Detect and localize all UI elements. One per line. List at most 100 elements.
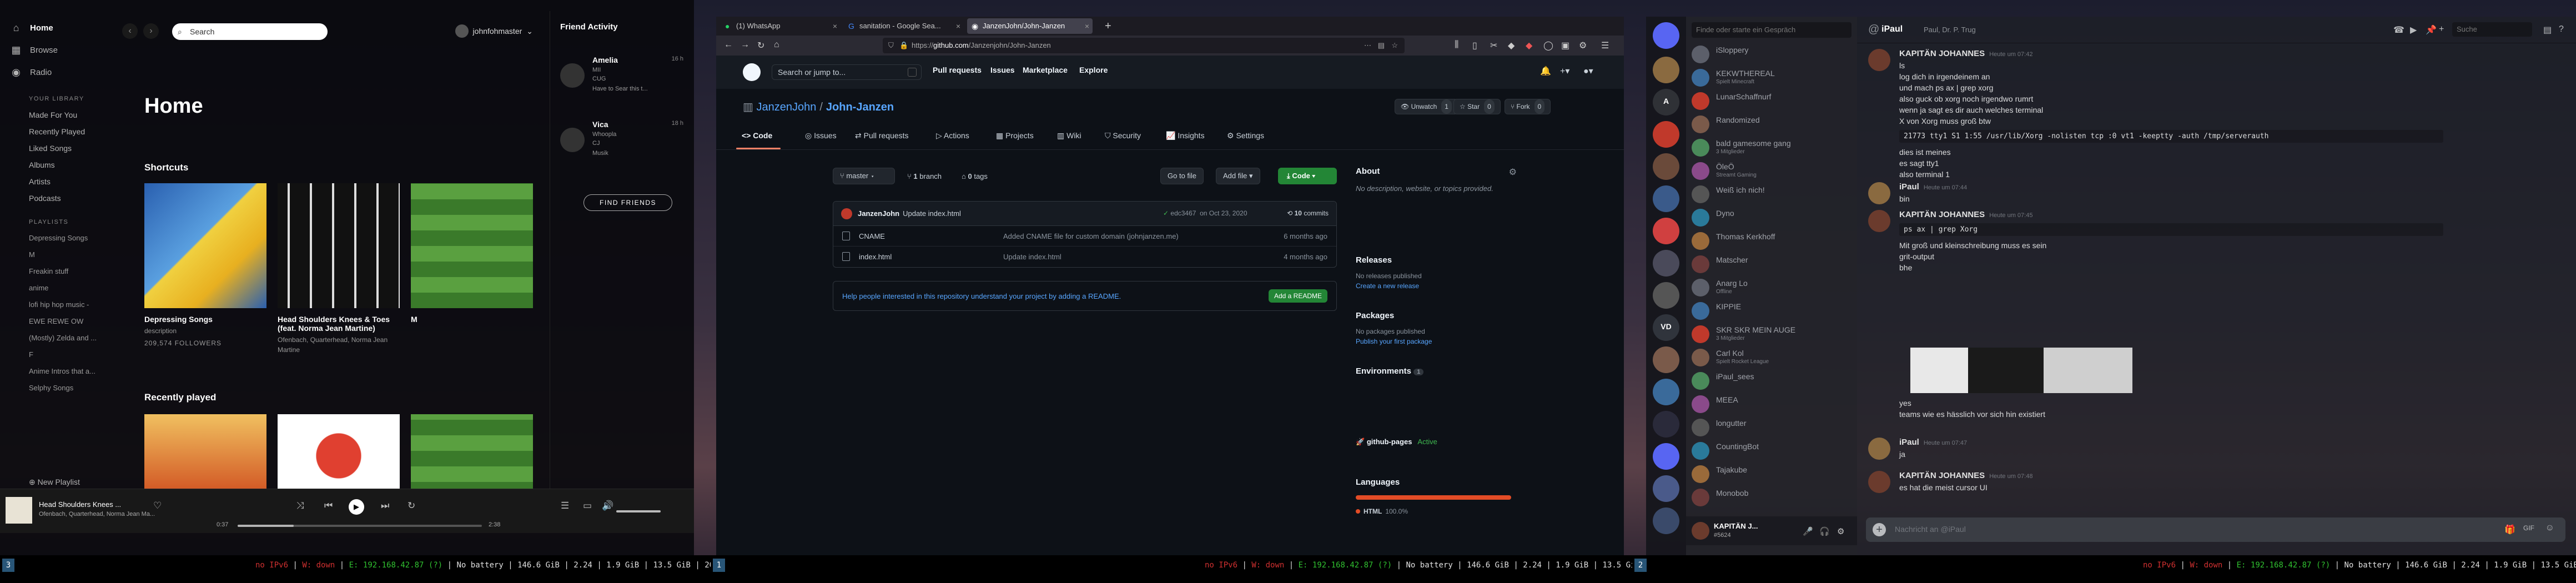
repo-owner-link[interactable]: JanzenJohn [756,101,816,113]
playlist-item[interactable]: (Mostly) Zelda and ... [0,330,105,346]
dm-item[interactable]: Monobob [1692,486,1853,509]
forward-button[interactable]: › [143,23,159,39]
add-server-icon[interactable] [1653,507,1679,534]
file-commit-message[interactable]: Added CNAME file for custom domain (john… [1003,232,1179,240]
friend-entry[interactable]: Amelia 16 h MII CUG Have to Sear this t.… [560,56,688,105]
dm-item[interactable]: ÖleÖ Streamt Gaming [1692,160,1853,182]
tab-insights[interactable]: 📈 Insights [1166,131,1205,140]
shortcut-card[interactable]: M [411,183,533,324]
playlist-item[interactable]: EWE REWE OW [0,313,105,330]
library-item[interactable]: Albums [0,157,105,173]
create-release-link[interactable]: Create a new release [1356,282,1419,290]
file-row[interactable]: index.html Update index.html 4 months ag… [833,247,1336,267]
playlist-item[interactable]: M [0,247,105,263]
queue-icon[interactable]: ☰ [561,500,569,511]
avatar[interactable]: ●▾ [1583,66,1593,77]
previous-icon[interactable]: ⏮ [324,500,333,511]
progress-bar[interactable] [238,525,482,527]
avatar[interactable] [1868,471,1890,493]
screenshot-icon[interactable]: ✂ [1490,40,1497,51]
message-author[interactable]: iPaul Heute um 07:44 [1899,182,1967,192]
plus-icon[interactable]: +▾ [1560,66,1569,77]
playlist-item[interactable]: F [0,346,105,363]
packages-heading[interactable]: Packages [1356,311,1394,320]
play-button[interactable]: ▶ [349,499,364,515]
server-icon[interactable] [1653,185,1679,212]
server-icon[interactable] [1653,475,1679,502]
tab-pull-requests[interactable]: ⇄ Pull requests [855,131,909,140]
message-author[interactable]: KAPITÄN JOHANNES Heute um 07:48 [1899,471,2032,480]
server-icon[interactable] [1653,443,1679,470]
search-input[interactable]: Finde oder starte ein Gespräch [1692,22,1852,38]
gear-icon[interactable]: ⚙ [1509,167,1517,178]
server-icon[interactable] [1653,250,1679,277]
recent-card[interactable] [411,414,533,497]
pin-icon[interactable]: 📌 [2426,24,2437,36]
playlist-item[interactable]: Selphy Songs [0,380,105,396]
attach-plus-icon[interactable]: + [1873,523,1886,536]
volume-icon[interactable]: 🔊 [602,500,613,511]
nav-issues[interactable]: Issues [990,66,1015,74]
image-attachment[interactable] [1910,348,2132,393]
dm-item[interactable]: CountingBot [1692,440,1853,462]
server-icon[interactable] [1653,346,1679,373]
video-icon[interactable]: ▶ [2410,24,2417,36]
help-icon[interactable]: ? [2559,24,2564,34]
tab-google[interactable]: Gsanitation - Google Sea... × [844,18,964,34]
commit-message[interactable]: Update index.html [903,209,961,218]
dm-item[interactable]: Thomas Kerkhoff [1692,230,1853,252]
shortcut-card[interactable]: Depressing Songs description 209,574 FOL… [144,183,266,348]
message-author[interactable]: KAPITÄN JOHANNES Heute um 07:42 [1899,49,2032,58]
library-item[interactable]: Recently Played [0,123,105,140]
emoji-icon[interactable]: ☺ [2545,523,2554,533]
message-input[interactable]: + Nachricht an @iPaul 🎁 GIF ☺ [1866,517,2565,542]
now-playing-title[interactable]: Head Shoulders Knees ... [39,500,155,509]
gear-icon[interactable]: ⚙ [1837,526,1844,536]
search-input[interactable]: Search or jump to... [772,64,922,80]
pocket-icon[interactable]: ⋯ [1364,38,1371,53]
releases-heading[interactable]: Releases [1356,255,1392,265]
add-readme-button[interactable]: Add a README [1268,289,1327,303]
tab-wiki[interactable]: ▥ Wiki [1057,131,1081,140]
discord-home-icon[interactable] [1653,22,1679,49]
language-item[interactable]: HTML 100.0% [1356,507,1408,515]
tab-settings[interactable]: ⚙ Settings [1227,131,1264,140]
library-item[interactable]: Artists [0,173,105,190]
server-icon[interactable]: A [1653,89,1679,115]
server-icon[interactable] [1653,57,1679,83]
avatar[interactable] [1868,182,1890,204]
dm-item[interactable]: iSloppery [1692,43,1853,66]
dm-item[interactable]: Weiß ich nich! [1692,183,1853,205]
dm-item[interactable]: KEKWTHEREAL Spielt Minecraft [1692,67,1853,89]
now-playing-artists[interactable]: Ofenbach, Quarterhead, Norma Jean Ma... [39,511,155,517]
dm-item[interactable]: Anarg Lo Offline [1692,277,1853,299]
dm-item[interactable]: bald gamesome gang 3 Mitglieder [1692,137,1853,159]
workspace-button[interactable]: 2 [1634,559,1647,572]
playlist-item[interactable]: Anime Intros that a... [0,363,105,380]
bell-icon[interactable]: 🔔 [1540,66,1551,77]
avatar[interactable] [1868,210,1890,232]
extension-icon[interactable]: ◆ [1526,40,1532,51]
github-logo[interactable] [743,63,761,81]
dm-item[interactable]: KIPPIE [1692,300,1853,322]
volume-slider[interactable] [616,510,661,512]
server-icon[interactable]: VD [1653,314,1679,341]
library-item[interactable]: Podcasts [0,190,105,207]
dm-item[interactable]: Tajakube [1692,463,1853,485]
avatar[interactable] [1868,49,1890,71]
file-commit-message[interactable]: Update index.html [1003,253,1061,261]
file-name[interactable]: CNAME [859,232,885,240]
shortcut-card[interactable]: Head Shoulders Knees & Toes (feat. Norma… [278,183,400,355]
message-author[interactable]: KAPITÄN JOHANNES Heute um 07:45 [1899,210,2032,219]
extension-icon[interactable]: ⚙ [1579,40,1587,51]
dm-item[interactable]: Dyno [1692,207,1853,229]
reload-icon[interactable]: ↻ [757,40,764,51]
bookmark-star-icon[interactable]: ☆ [1391,38,1398,53]
tab-issues[interactable]: ◎ Issues [805,131,837,140]
repo-name-link[interactable]: John-Janzen [826,101,894,113]
file-name[interactable]: index.html [859,253,892,261]
menu-icon[interactable]: ☰ [1601,40,1609,51]
playlist-item[interactable]: Depressing Songs [0,230,105,247]
playlist-item[interactable]: lofi hip hop music - [0,296,105,313]
library-item[interactable]: Liked Songs [0,140,105,157]
